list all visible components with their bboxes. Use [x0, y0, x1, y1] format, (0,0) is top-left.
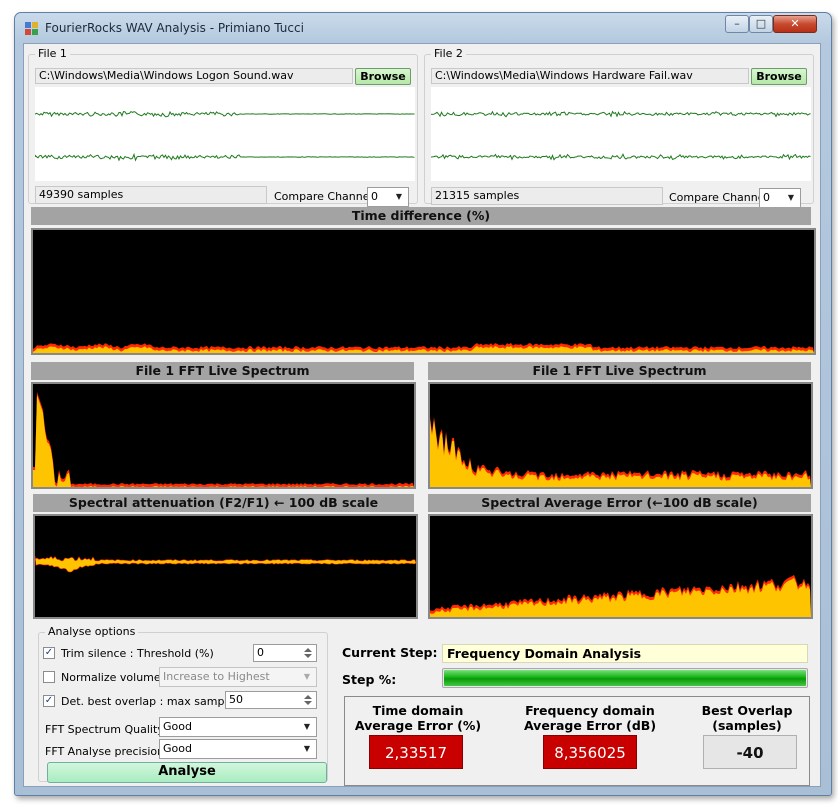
waveform-channel-0 [34, 110, 415, 118]
max-samples-input[interactable]: 50 [225, 691, 317, 709]
app-icon [25, 22, 38, 35]
freq-error-label: Frequency domain Average Error (dB) [523, 703, 657, 733]
fft-precision-select[interactable]: Good ▼ [159, 739, 317, 759]
close-button[interactable]: ✕ [773, 15, 817, 33]
attenuation-chart [33, 514, 418, 619]
trim-silence-label: Trim silence : Threshold (%) [61, 647, 214, 660]
trim-threshold-input[interactable]: 0 [253, 644, 317, 662]
fft-quality-select[interactable]: Good ▼ [159, 717, 317, 737]
file1-group-label: File 1 [35, 47, 70, 60]
time-error-value: 2,33517 [369, 735, 463, 769]
time-diff-chart [31, 228, 816, 355]
file2-group-label: File 2 [431, 47, 466, 60]
spectrum-fill-area [33, 395, 414, 487]
best-overlap-label: Det. best overlap : max samples [61, 695, 241, 708]
attenuation-band [35, 555, 416, 573]
spinner-icon[interactable] [301, 646, 315, 660]
normalize-mode-select[interactable]: Increase to Highest ▼ [159, 667, 317, 687]
client-area: File 1 C:\Windows\Media\Windows Logon So… [23, 43, 821, 787]
title-bar[interactable]: FourierRocks WAV Analysis - Primiano Tuc… [15, 13, 831, 43]
file1-channel-value: 0 [371, 190, 378, 203]
step-progress-bar [442, 668, 808, 688]
file1-path-field[interactable]: C:\Windows\Media\Windows Logon Sound.wav [35, 68, 353, 84]
waveform-channel-0 [430, 110, 811, 118]
file2-path-field[interactable]: C:\Windows\Media\Windows Hardware Fail.w… [431, 68, 749, 84]
attenuation-header: Spectral attenuation (F2/F1) ← 100 dB sc… [33, 494, 414, 512]
trim-threshold-value: 0 [257, 646, 264, 659]
chevron-down-icon: ▼ [395, 192, 403, 201]
max-samples-value: 50 [229, 693, 243, 706]
fft-precision-label: FFT Analyse precision [45, 745, 165, 758]
file2-compare-label: Compare Channel [669, 191, 768, 204]
file2-channel-select[interactable]: 0 ▼ [759, 188, 801, 208]
minimize-button[interactable]: – [725, 15, 749, 33]
fft1-chart [31, 382, 416, 489]
analyse-options-label: Analyse options [45, 625, 139, 638]
normalize-volume-label: Normalize volume [61, 671, 161, 684]
fft2-chart [428, 382, 813, 489]
time-error-label: Time domain Average Error (%) [354, 703, 482, 733]
avg-error-chart [428, 514, 813, 619]
fft2-header: File 1 FFT Live Spectrum [428, 362, 811, 380]
chevron-down-icon: ▼ [303, 722, 311, 731]
file2-group: File 2 C:\Windows\Media\Windows Hardware… [424, 47, 814, 208]
current-step-field: Frequency Domain Analysis [442, 644, 808, 663]
chevron-down-icon: ▼ [303, 744, 311, 753]
main-window: FourierRocks WAV Analysis - Primiano Tuc… [14, 12, 832, 796]
fft-quality-label: FFT Spectrum Quality [45, 723, 164, 736]
normalize-volume-checkbox[interactable] [43, 671, 55, 683]
file2-waveform [430, 87, 811, 181]
fft-quality-value: Good [163, 720, 192, 733]
spinner-icon[interactable] [301, 693, 315, 707]
analyse-button[interactable]: Analyse [47, 762, 327, 783]
fft-precision-value: Good [163, 742, 192, 755]
step-progress-fill [444, 670, 806, 686]
chevron-down-icon: ▼ [787, 193, 795, 202]
file1-group: File 1 C:\Windows\Media\Windows Logon So… [28, 47, 418, 207]
file1-channel-select[interactable]: 0 ▼ [367, 187, 409, 207]
file2-sample-count: 21315 samples [431, 187, 663, 205]
file1-sample-count: 49390 samples [35, 186, 267, 204]
window-title: FourierRocks WAV Analysis - Primiano Tuc… [45, 21, 304, 35]
best-overlap-checkbox[interactable]: ✓ [43, 695, 55, 707]
file1-compare-label: Compare Channel [274, 190, 373, 203]
spectrum-fill-area [430, 577, 811, 617]
fft1-header: File 1 FFT Live Spectrum [31, 362, 414, 380]
results-box: Time domain Average Error (%) 2,33517 Fr… [344, 696, 810, 786]
file2-channel-value: 0 [763, 191, 770, 204]
maximize-button[interactable]: □ [749, 15, 773, 33]
step-percent-label: Step %: [342, 672, 397, 687]
normalize-mode-value: Increase to Highest [163, 670, 270, 683]
file2-browse-button[interactable]: Browse [751, 68, 807, 85]
waveform-channel-1 [34, 152, 415, 162]
analyse-options-group: Analyse options ✓ Trim silence : Thresho… [38, 625, 328, 783]
best-overlap-result-label: Best Overlap (samples) [701, 703, 793, 733]
file1-browse-button[interactable]: Browse [355, 68, 411, 85]
best-overlap-result-value: -40 [703, 735, 797, 769]
spectrum-edge-area [33, 392, 414, 487]
chevron-down-icon: ▼ [303, 672, 311, 681]
time-diff-header: Time difference (%) [31, 207, 811, 225]
waveform-channel-1 [430, 153, 811, 161]
trim-silence-checkbox[interactable]: ✓ [43, 647, 55, 659]
file1-waveform [34, 87, 415, 181]
avg-error-header: Spectral Average Error (←100 dB scale) [428, 494, 811, 512]
current-step-label: Current Step: [342, 645, 438, 660]
freq-error-value: 8,356025 [543, 735, 637, 769]
